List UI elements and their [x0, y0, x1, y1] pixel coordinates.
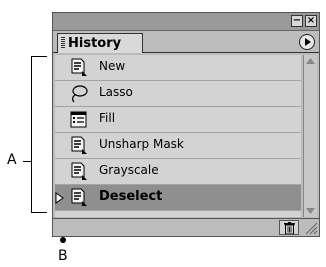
delete-state-button[interactable]	[279, 220, 299, 235]
callout-a-bracket-bottom	[31, 212, 47, 213]
resize-grip-icon[interactable]	[304, 221, 318, 235]
minimize-button[interactable]: −	[291, 15, 303, 27]
callout-a-bracket-vertical	[31, 56, 32, 212]
history-item-new[interactable]: New	[55, 55, 301, 81]
history-item-label: New	[99, 59, 126, 73]
history-scrollbar[interactable]	[303, 55, 317, 217]
history-state-slider-icon[interactable]	[55, 192, 65, 204]
trash-icon	[284, 222, 295, 234]
history-item-label: Lasso	[99, 85, 133, 99]
triangle-right-icon	[305, 38, 311, 46]
history-item-label: Fill	[99, 111, 116, 125]
document-arrow-icon	[71, 188, 87, 206]
palette-tab-row: History	[53, 31, 319, 53]
palette-menu-button[interactable]	[299, 34, 315, 50]
history-list: New Lasso Fill Unsharp Mask Grayscale De…	[55, 55, 301, 217]
document-arrow-icon	[71, 58, 87, 76]
callout-a-leader	[23, 161, 31, 162]
callout-b-dot	[60, 237, 66, 243]
close-button[interactable]: ×	[305, 15, 317, 27]
lasso-icon	[72, 85, 88, 103]
history-item-lasso[interactable]: Lasso	[55, 81, 301, 107]
tab-history[interactable]: History	[57, 33, 143, 53]
history-item-label: Unsharp Mask	[99, 137, 184, 151]
tab-history-label: History	[68, 36, 122, 51]
tab-grip-icon	[61, 37, 65, 49]
scroll-up-arrow-icon[interactable]	[306, 57, 315, 65]
history-item-label: Deselect	[99, 189, 163, 204]
palette-titlebar[interactable]: − ×	[53, 13, 319, 31]
callout-label-a: A	[7, 152, 17, 168]
history-palette: − × History New Lasso Fill Unsharp Mask …	[52, 12, 320, 237]
document-arrow-icon	[71, 162, 87, 180]
history-item-deselect[interactable]: Deselect	[55, 185, 301, 211]
history-item-label: Grayscale	[99, 163, 159, 177]
callout-a-bracket-top	[31, 56, 47, 57]
palette-bottom-bar	[53, 218, 319, 236]
history-item-fill[interactable]: Fill	[55, 107, 301, 133]
callout-label-b: B	[58, 248, 68, 264]
document-arrow-icon	[71, 136, 87, 154]
history-item-grayscale[interactable]: Grayscale	[55, 159, 301, 185]
scroll-down-arrow-icon[interactable]	[306, 207, 315, 215]
history-item-unsharp-mask[interactable]: Unsharp Mask	[55, 133, 301, 159]
fill-list-icon	[70, 111, 87, 128]
